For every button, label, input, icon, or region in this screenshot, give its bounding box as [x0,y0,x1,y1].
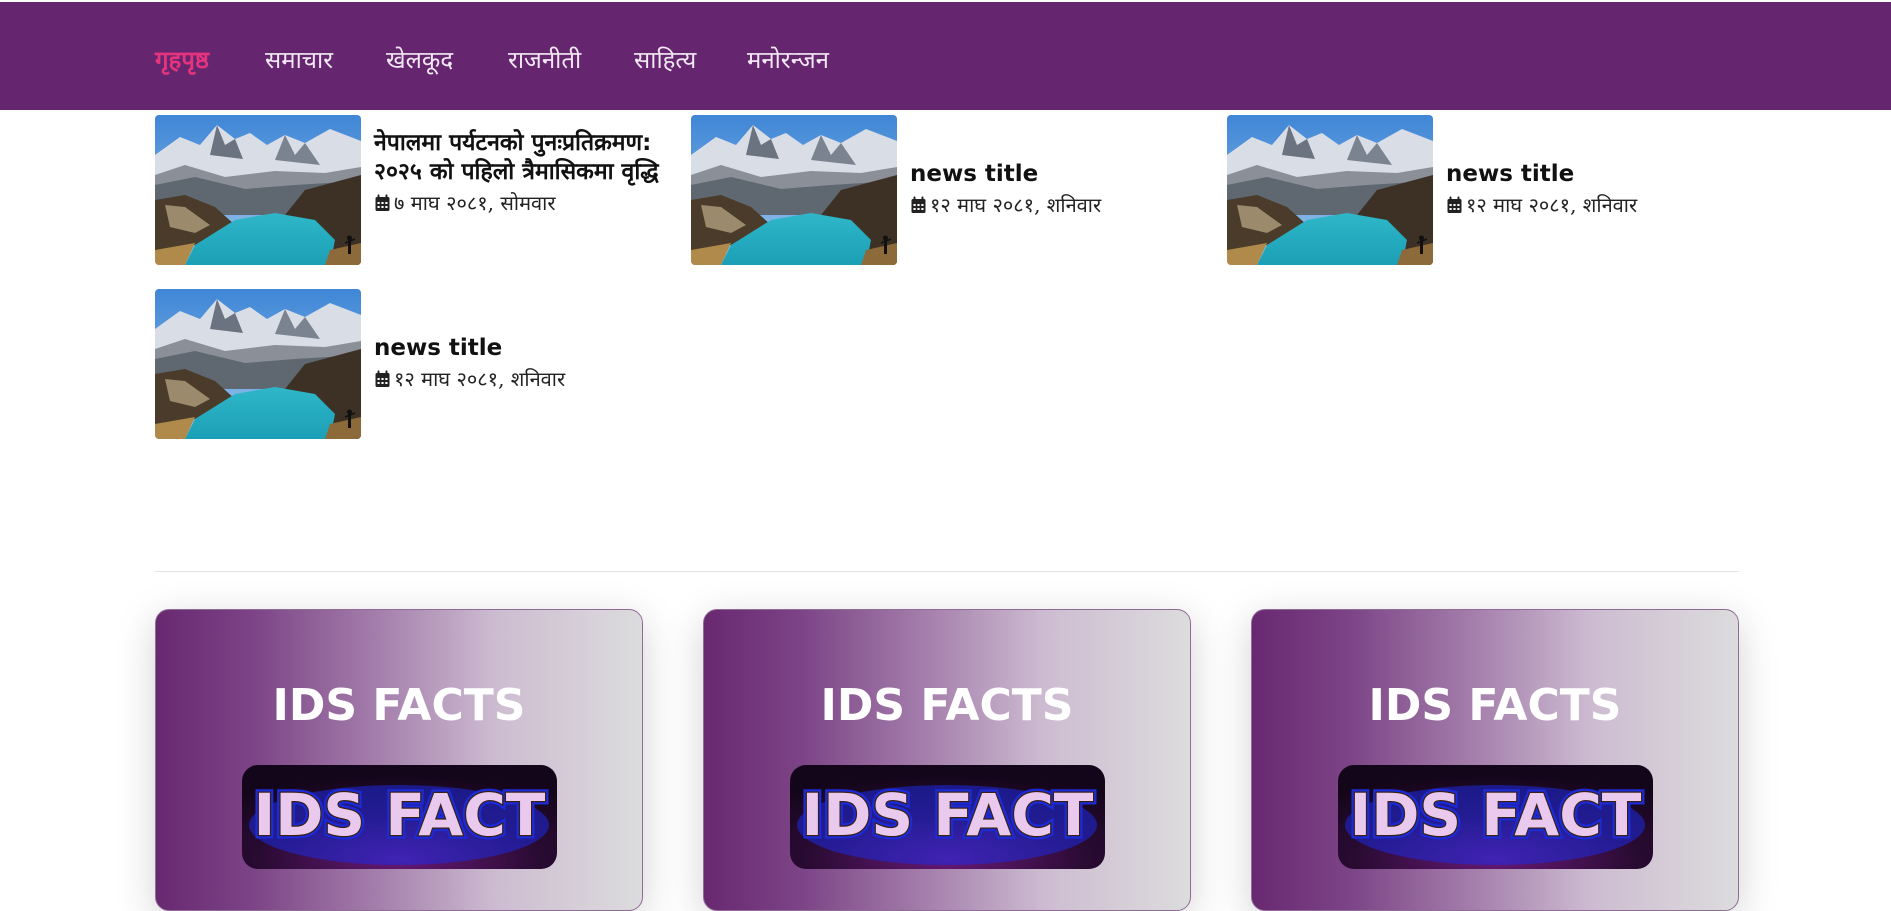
news-thumbnail[interactable] [1227,115,1433,265]
news-card[interactable]: नेपालमा पर्यटनको पुनःप्रतिक्रमण: २०२५ को… [155,115,675,265]
news-date: १२ माघ २०८१, शनिवार [374,366,674,392]
mountain-lake-photo [691,115,897,265]
news-date-text: १२ माघ २०८१, शनिवार [930,193,1102,217]
mountain-lake-photo [155,289,361,439]
svg-text:IDS FACT: IDS FACT [1350,781,1642,849]
fact-card[interactable]: IDS FACTS IDS FACT IDS FACT [703,609,1191,911]
svg-text:IDS FACT: IDS FACT [802,781,1094,849]
nav-item-news[interactable]: समाचार [265,43,333,76]
news-date-text: ७ माघ २०८१, सोमवार [394,191,556,215]
news-title[interactable]: news title [910,160,1210,189]
calendar-icon [1446,196,1463,214]
calendar-icon [374,370,391,388]
fact-card[interactable]: IDS FACTS IDS FACT IDS FACT [1251,609,1739,911]
fact-card-heading: IDS FACTS [272,680,526,731]
news-thumbnail[interactable] [691,115,897,265]
news-date: १२ माघ २०८१, शनिवार [910,192,1210,218]
news-title[interactable]: news title [1446,160,1746,189]
ids-fact-logo: IDS FACT IDS FACT [1338,765,1653,869]
svg-text:IDS FACT: IDS FACT [254,781,546,849]
ids-fact-logo: IDS FACT IDS FACT [242,765,557,869]
nav-item-home[interactable]: गृहपृष्ठ [155,43,209,76]
news-date: १२ माघ २०८१, शनिवार [1446,192,1746,218]
nav-item-sports[interactable]: खेलकूद [386,43,453,76]
news-date-text: १२ माघ २०८१, शनिवार [1466,193,1638,217]
nav-item-entertainment[interactable]: मनोरन्जन [747,43,829,76]
news-card[interactable]: news title १२ माघ २०८१, शनिवार [1227,115,1747,265]
news-card[interactable]: news title १२ माघ २०८१, शनिवार [155,289,675,439]
mountain-lake-photo [1227,115,1433,265]
news-title[interactable]: नेपालमा पर्यटनको पुनःप्रतिक्रमण: २०२५ को… [374,129,674,187]
ids-fact-banner[interactable]: IDS FACT IDS FACT [242,765,557,869]
news-card[interactable]: news title १२ माघ २०८१, शनिवार [691,115,1211,265]
news-date: ७ माघ २०८१, सोमवार [374,190,674,216]
news-thumbnail[interactable] [155,289,361,439]
nav-item-politics[interactable]: राजनीती [508,43,581,76]
ids-fact-banner[interactable]: IDS FACT IDS FACT [1338,765,1653,869]
calendar-icon [374,194,391,212]
main-navbar: गृहपृष्ठ समाचार खेलकूद राजनीती साहित्य म… [0,2,1891,110]
mountain-lake-photo [155,115,361,265]
calendar-icon [910,196,927,214]
fact-card-heading: IDS FACTS [820,680,1074,731]
ids-fact-banner[interactable]: IDS FACT IDS FACT [790,765,1105,869]
section-divider [155,571,1739,572]
news-thumbnail[interactable] [155,115,361,265]
fact-card[interactable]: IDS FACTS IDS FACT IDS FACT [155,609,643,911]
news-date-text: १२ माघ २०८१, शनिवार [394,367,566,391]
fact-card-heading: IDS FACTS [1368,680,1622,731]
news-title[interactable]: news title [374,334,674,363]
nav-item-literature[interactable]: साहित्य [634,43,696,76]
ids-fact-logo: IDS FACT IDS FACT [790,765,1105,869]
